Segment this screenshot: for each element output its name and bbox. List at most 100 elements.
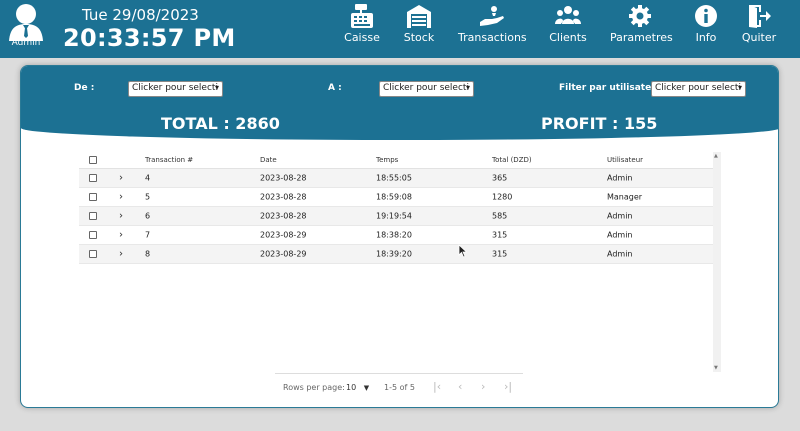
table-row[interactable]: › 5 2023-08-28 18:59:08 1280 Manager xyxy=(79,188,713,207)
table-row[interactable]: › 4 2023-08-28 18:55:05 365 Admin xyxy=(79,169,713,188)
rows-per-page-select[interactable]: 10 ▼ xyxy=(346,383,369,392)
chevron-right-icon[interactable]: › xyxy=(119,230,123,241)
table-row[interactable]: › 6 2023-08-28 19:19:54 585 Admin xyxy=(79,207,713,226)
to-label: A : xyxy=(328,83,342,93)
cell-user: Admin xyxy=(607,173,633,183)
warehouse-icon xyxy=(407,5,431,28)
scroll-down-icon[interactable]: ▼ xyxy=(714,365,718,371)
column-header-date[interactable]: Date xyxy=(260,156,277,164)
nav-transactions-button[interactable]: Transactions xyxy=(458,4,527,44)
user-name: Admin xyxy=(11,38,41,48)
rows-per-page-label: Rows per page: xyxy=(283,383,345,392)
nav-clients-button[interactable]: Clients xyxy=(548,4,588,44)
nav-clients-label: Clients xyxy=(549,31,587,44)
table-header-row: Transaction # Date Temps Total (DZD) Uti… xyxy=(79,152,713,169)
nav-stock-button[interactable]: Stock xyxy=(401,4,437,44)
exit-icon xyxy=(749,5,771,28)
cell-date: 2023-08-28 xyxy=(260,211,307,221)
cell-total: 315 xyxy=(492,230,508,240)
cell-user: Admin xyxy=(607,211,633,221)
page-range: 1-5 of 5 xyxy=(384,383,415,392)
cell-time: 18:39:20 xyxy=(376,249,412,259)
cell-transaction: 7 xyxy=(145,230,151,240)
chevron-right-icon[interactable]: › xyxy=(119,249,123,260)
nav-info-label: Info xyxy=(695,31,717,44)
row-checkbox[interactable] xyxy=(89,193,97,201)
row-checkbox[interactable] xyxy=(89,231,97,239)
nav-quiter-label: Quiter xyxy=(741,31,777,44)
current-time: 20:33:57 PM xyxy=(63,24,236,52)
chevron-down-icon: ▾ xyxy=(214,83,219,92)
next-page-icon[interactable]: › xyxy=(481,380,485,393)
chevron-right-icon[interactable]: › xyxy=(119,173,123,184)
info-icon xyxy=(695,5,717,27)
first-page-icon[interactable]: |‹ xyxy=(433,380,441,393)
transactions-card: De : Clicker pour selecti ▾ A : Clicker … xyxy=(20,65,779,408)
chevron-right-icon[interactable]: › xyxy=(119,192,123,203)
hand-money-icon xyxy=(480,6,504,26)
cell-user: Admin xyxy=(607,249,633,259)
last-page-icon[interactable]: ›| xyxy=(504,380,512,393)
chevron-down-icon: ▾ xyxy=(465,83,470,92)
user-icon xyxy=(9,4,43,41)
profit-amount: PROFIT : 155 xyxy=(541,114,658,133)
from-date-select[interactable]: Clicker pour selecti ▾ xyxy=(128,81,223,97)
cell-total: 1280 xyxy=(492,192,513,202)
user-filter-select[interactable]: Clicker pour selecti ▾ xyxy=(651,81,746,97)
previous-page-icon[interactable]: ‹ xyxy=(458,380,462,393)
cell-user: Admin xyxy=(607,230,633,240)
nav-parametres-button[interactable]: Parametres xyxy=(610,4,673,44)
chevron-right-icon[interactable]: › xyxy=(119,211,123,222)
nav-parametres-label: Parametres xyxy=(610,31,673,44)
column-header-total[interactable]: Total (DZD) xyxy=(492,156,532,164)
column-header-transaction[interactable]: Transaction # xyxy=(145,156,193,164)
to-date-value: Clicker pour selecti xyxy=(383,83,469,93)
users-icon xyxy=(555,6,581,24)
avatar: Admin xyxy=(6,3,46,48)
nav-stock-label: Stock xyxy=(403,31,435,44)
filter-header: De : Clicker pour selecti ▾ A : Clicker … xyxy=(21,66,778,140)
cell-transaction: 5 xyxy=(145,192,151,202)
nav-info-button[interactable]: Info xyxy=(690,4,722,44)
cell-time: 18:55:05 xyxy=(376,173,412,183)
chevron-down-icon: ▼ xyxy=(363,384,370,392)
nav-caisse-button[interactable]: Caisse xyxy=(344,4,380,44)
from-label: De : xyxy=(74,83,95,93)
to-date-select[interactable]: Clicker pour selecti ▾ xyxy=(379,81,474,97)
nav-transactions-label: Transactions xyxy=(458,31,527,44)
cell-time: 18:59:08 xyxy=(376,192,412,202)
cell-time: 19:19:54 xyxy=(376,211,412,221)
rows-per-page-value: 10 xyxy=(346,383,357,392)
cell-total: 585 xyxy=(492,211,508,221)
row-checkbox[interactable] xyxy=(89,174,97,182)
cell-date: 2023-08-28 xyxy=(260,192,307,202)
scroll-up-icon[interactable]: ▲ xyxy=(714,153,718,159)
table-row[interactable]: › 7 2023-08-29 18:38:20 315 Admin xyxy=(79,226,713,245)
cell-transaction: 4 xyxy=(145,173,151,183)
cell-date: 2023-08-29 xyxy=(260,230,307,240)
table-row[interactable]: › 8 2023-08-29 18:39:20 315 Admin xyxy=(79,245,713,264)
table-scrollbar[interactable]: ▲ ▼ xyxy=(713,152,721,372)
cash-register-icon xyxy=(351,4,373,28)
top-bar: Admin Tue 29/08/2023 20:33:57 PM Caisse … xyxy=(0,0,800,58)
cell-transaction: 6 xyxy=(145,211,151,221)
cell-date: 2023-08-28 xyxy=(260,173,307,183)
cell-total: 365 xyxy=(492,173,508,183)
row-checkbox[interactable] xyxy=(89,250,97,258)
cell-date: 2023-08-29 xyxy=(260,249,307,259)
cell-time: 18:38:20 xyxy=(376,230,412,240)
total-amount: TOTAL : 2860 xyxy=(161,114,280,133)
cell-total: 315 xyxy=(492,249,508,259)
cell-transaction: 8 xyxy=(145,249,151,259)
gear-icon xyxy=(629,5,651,27)
column-header-user[interactable]: Utilisateur xyxy=(607,156,643,164)
transactions-table: Transaction # Date Temps Total (DZD) Uti… xyxy=(79,152,713,264)
column-header-time[interactable]: Temps xyxy=(376,156,398,164)
select-all-checkbox[interactable] xyxy=(89,156,97,164)
nav-quiter-button[interactable]: Quiter xyxy=(740,4,778,44)
from-date-value: Clicker pour selecti xyxy=(132,83,218,93)
row-checkbox[interactable] xyxy=(89,212,97,220)
user-filter-value: Clicker pour selecti xyxy=(655,83,741,93)
mouse-cursor-icon xyxy=(458,244,468,258)
pagination: Rows per page: 10 ▼ 1-5 of 5 |‹ ‹ › ›| xyxy=(275,373,523,401)
